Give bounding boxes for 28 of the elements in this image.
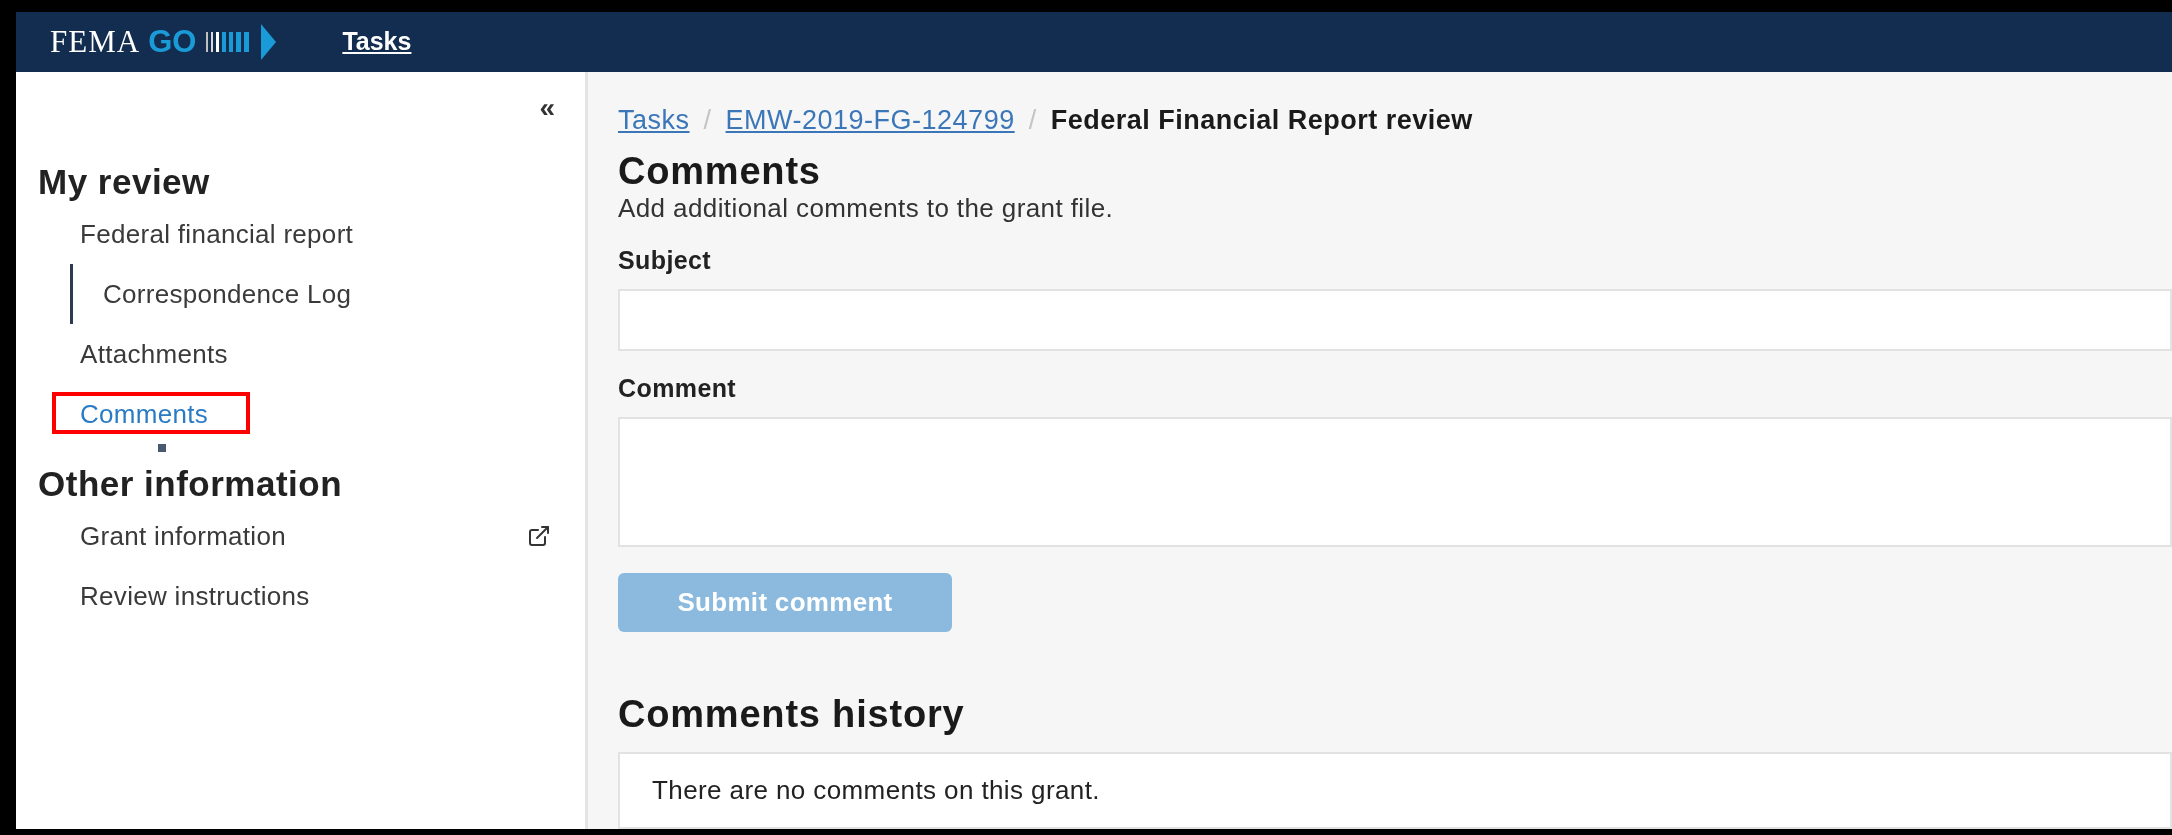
sidebar-link[interactable]: Grant information: [80, 516, 286, 556]
external-link-icon[interactable]: [527, 524, 551, 548]
sidebar-link[interactable]: Comments: [80, 394, 209, 434]
sidebar-link[interactable]: Attachments: [80, 334, 228, 374]
logo-accent: GO: [148, 22, 197, 61]
breadcrumb-separator: /: [703, 104, 712, 137]
breadcrumb-separator: /: [1028, 104, 1037, 137]
section-heading: Other information: [38, 464, 344, 504]
collapse-button[interactable]: «: [539, 94, 555, 122]
sidebar-link[interactable]: Correspondence Log: [103, 274, 352, 314]
breadcrumb-current: Federal Financial Report review: [1050, 104, 1473, 137]
subject-field[interactable]: [618, 288, 2172, 351]
sidebar-link[interactable]: Review instructions: [80, 576, 310, 616]
empty-message: There are no comments on this grant.: [652, 773, 1100, 807]
marker-square-icon: [158, 444, 166, 452]
history-heading: Comments history: [618, 691, 966, 736]
page-title: Comments: [618, 148, 822, 193]
section-heading: My review: [38, 162, 211, 202]
breadcrumb-link[interactable]: EMW-2019-FG-124799: [725, 100, 1015, 141]
breadcrumb-link[interactable]: Tasks: [618, 100, 690, 141]
page-description: Add additional comments to the grant file.: [618, 192, 1115, 223]
field-label: Comment: [618, 372, 738, 403]
logo-word: FEMA: [50, 22, 141, 61]
logo-arrow-icon: [206, 22, 277, 62]
comment-field[interactable]: [618, 416, 2172, 547]
field-label: Subject: [618, 244, 713, 275]
sidebar-link[interactable]: Federal financial report: [80, 214, 354, 254]
nav-link[interactable]: Tasks: [342, 23, 412, 61]
